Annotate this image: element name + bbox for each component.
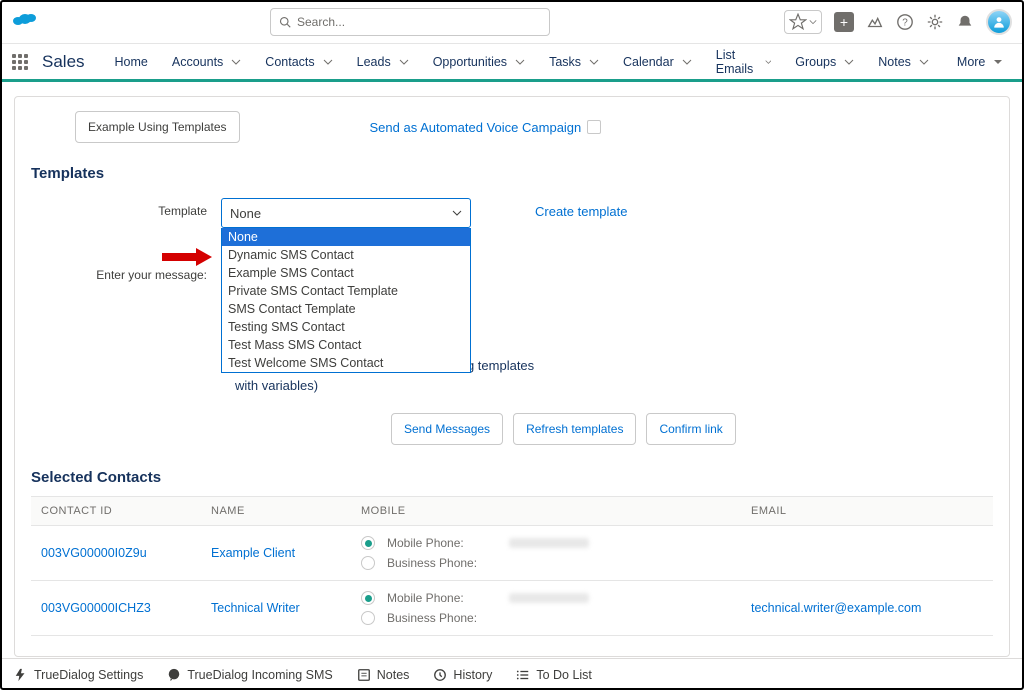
nav-list-emails[interactable]: List Emails (706, 43, 782, 81)
blurred-phone (509, 538, 589, 548)
template-label: Template (31, 198, 221, 218)
contact-email-link[interactable]: technical.writer@example.com (751, 601, 993, 615)
chevron-down-icon (919, 57, 929, 67)
contacts-title: Selected Contacts (31, 469, 993, 486)
chevron-down-icon (323, 57, 333, 67)
auto-voice-checkbox[interactable]: Send as Automated Voice Campaign (370, 120, 602, 135)
radio-icon (361, 536, 375, 550)
mobile-phone-radio[interactable]: Mobile Phone: (361, 536, 751, 550)
footer-history[interactable]: History (433, 668, 492, 682)
dropdown-option[interactable]: Dynamic SMS Contact (222, 246, 470, 264)
example-templates-button[interactable]: Example Using Templates (75, 111, 240, 143)
mobile-phone-radio[interactable]: Mobile Phone: (361, 591, 751, 605)
list-icon (516, 668, 530, 682)
chevron-down-icon (844, 57, 854, 67)
chevron-down-icon (682, 57, 692, 67)
radio-icon (361, 591, 375, 605)
contact-id-link[interactable]: 003VG00000I0Z9u (31, 546, 211, 560)
app-nav: Sales Home Accounts Contacts Leads Oppor… (0, 44, 1024, 82)
app-name: Sales (42, 52, 85, 72)
col-header-name: NAME (211, 505, 361, 517)
user-avatar[interactable] (986, 9, 1012, 35)
refresh-templates-button[interactable]: Refresh templates (513, 413, 636, 445)
nav-tasks[interactable]: Tasks (539, 43, 609, 81)
dropdown-option[interactable]: None (222, 228, 470, 246)
favorites-dropdown[interactable] (784, 10, 822, 34)
bolt-icon (14, 668, 28, 682)
chevron-down-icon (231, 57, 241, 67)
panel-card: Example Using Templates Send as Automate… (14, 96, 1010, 657)
annotation-arrow-icon (162, 247, 212, 267)
nav-accounts[interactable]: Accounts (162, 43, 251, 81)
nav-opportunities[interactable]: Opportunities (423, 43, 535, 81)
create-template-link[interactable]: Create template (535, 198, 628, 219)
footer-notes[interactable]: Notes (357, 668, 410, 682)
nav-more[interactable]: More (947, 43, 1013, 81)
template-selected: None (230, 206, 261, 221)
nav-contacts[interactable]: Contacts (255, 43, 342, 81)
confirm-link-button[interactable]: Confirm link (646, 413, 735, 445)
salesforce-logo (12, 11, 36, 32)
caret-down-icon (993, 57, 1003, 67)
nav-calendar[interactable]: Calendar (613, 43, 702, 81)
dropdown-option[interactable]: Test Welcome SMS Contact (222, 354, 470, 372)
col-header-email: EMAIL (751, 505, 993, 517)
dropdown-option[interactable]: SMS Contact Template (222, 300, 470, 318)
main-content: Example Using Templates Send as Automate… (0, 82, 1024, 671)
history-icon (433, 668, 447, 682)
nav-notes[interactable]: Notes (868, 43, 939, 81)
chevron-down-icon (515, 57, 525, 67)
sms-icon (167, 668, 181, 682)
trailhead-icon[interactable] (866, 13, 884, 31)
footer-todo[interactable]: To Do List (516, 668, 592, 682)
table-row: 003VG00000I0Z9u Example Client Mobile Ph… (31, 526, 993, 581)
template-dropdown: None Dynamic SMS Contact Example SMS Con… (221, 228, 471, 373)
checkbox-icon (587, 120, 601, 134)
chevron-down-icon (765, 57, 772, 67)
nav-items: Home Accounts Contacts Leads Opportuniti… (105, 43, 1014, 81)
dropdown-option[interactable]: Private SMS Contact Template (222, 282, 470, 300)
help-icon[interactable]: ? (896, 13, 914, 31)
send-messages-button[interactable]: Send Messages (391, 413, 503, 445)
chevron-down-icon (399, 57, 409, 67)
business-phone-radio[interactable]: Business Phone: (361, 556, 751, 570)
chevron-down-icon (589, 57, 599, 67)
dropdown-option[interactable]: Example SMS Contact (222, 264, 470, 282)
svg-text:?: ? (902, 17, 908, 28)
footer-incoming-sms[interactable]: TrueDialog Incoming SMS (167, 668, 332, 682)
nav-home[interactable]: Home (105, 43, 158, 81)
radio-icon (361, 611, 375, 625)
global-header: Search... + ? (0, 0, 1024, 44)
col-header-id: CONTACT ID (31, 505, 211, 517)
app-launcher-icon[interactable] (12, 54, 28, 70)
setup-gear-icon[interactable] (926, 13, 944, 31)
templates-title: Templates (31, 165, 993, 182)
dropdown-option[interactable]: Test Mass SMS Contact (222, 336, 470, 354)
template-select[interactable]: None (221, 198, 471, 228)
search-input[interactable]: Search... (270, 8, 550, 36)
search-placeholder: Search... (297, 15, 345, 29)
dropdown-option[interactable]: Testing SMS Contact (222, 318, 470, 336)
utility-bar: TrueDialog Settings TrueDialog Incoming … (0, 658, 1024, 690)
business-phone-radio[interactable]: Business Phone: (361, 611, 751, 625)
blurred-phone (509, 593, 589, 603)
notes-icon (357, 668, 371, 682)
footer-truedialog-settings[interactable]: TrueDialog Settings (14, 668, 143, 682)
radio-icon (361, 556, 375, 570)
search-icon (279, 16, 291, 28)
table-row: 003VG00000ICHZ3 Technical Writer Mobile … (31, 581, 993, 636)
global-actions-icon[interactable]: + (834, 12, 854, 32)
chevron-down-icon (452, 208, 462, 218)
contacts-table: CONTACT ID NAME MOBILE EMAIL 003VG00000I… (31, 496, 993, 636)
nav-leads[interactable]: Leads (347, 43, 419, 81)
contact-id-link[interactable]: 003VG00000ICHZ3 (31, 601, 211, 615)
notifications-icon[interactable] (956, 13, 974, 31)
nav-groups[interactable]: Groups (785, 43, 864, 81)
contact-name-link[interactable]: Example Client (211, 546, 361, 560)
contact-name-link[interactable]: Technical Writer (211, 601, 361, 615)
col-header-mobile: MOBILE (361, 505, 751, 517)
